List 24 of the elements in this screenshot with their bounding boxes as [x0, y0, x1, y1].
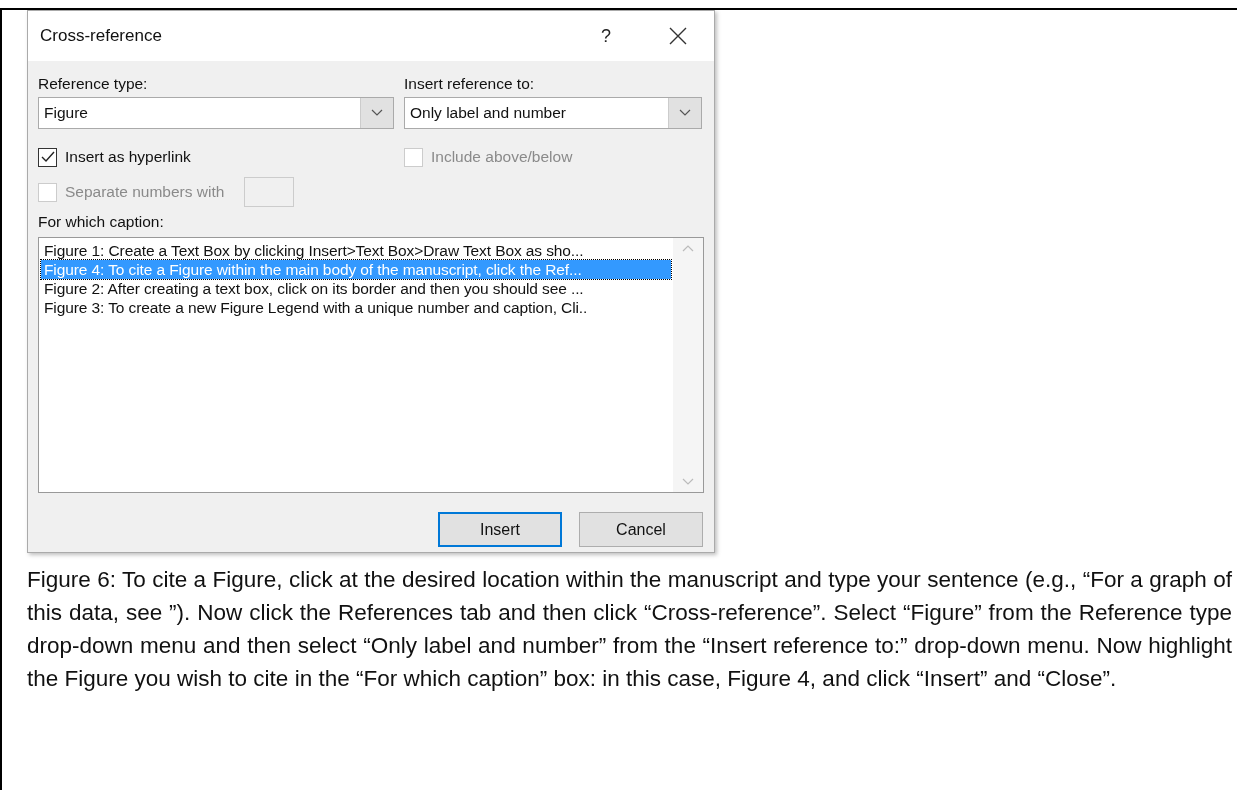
chevron-down-icon: [682, 478, 694, 486]
dropdown[interactable]: Only label and number: [404, 97, 702, 129]
list-item[interactable]: Figure 1: Create a Text Box by clicking Insert>Text Box>Draw Text Box as sho...: [41, 241, 671, 260]
scrollbar[interactable]: [673, 238, 703, 492]
dropdown[interactable]: Figure: [38, 97, 394, 129]
help-button[interactable]: ?: [594, 25, 618, 47]
field-label: Reference type:: [38, 75, 148, 93]
checkbox[interactable]: [38, 147, 57, 167]
list-item[interactable]: Figure 3: To create a new Figure Legend with a unique number and caption, Cli..: [41, 298, 671, 317]
list-item[interactable]: Figure 2: After creating a text box, click on its border and then you should see ...: [41, 279, 671, 298]
checkbox-label: Separate numbers with: [65, 183, 225, 201]
chevron-down-icon: [371, 109, 383, 117]
dialog-button[interactable]: Insert: [438, 512, 562, 547]
window-title: Cross-reference: [40, 26, 163, 46]
input-field[interactable]: [244, 177, 295, 207]
figure-caption: Figure 6: To cite a Figure, click at the desired location within the manuscript and type your sentence (e.g., “For a graph of this data, see ”). Now click the References tab and then click “Cross-reference”. Select “Figure” from the Reference type drop-down menu and then select “Only label and number” from the “Insert reference to:” drop-down menu. Now highlight the Figure you wish to cite in the “For which caption” box: in this case, Figure 4, and click “Insert” and “Close”.: [27, 566, 1232, 693]
checkbox-label: Insert as hyperlink: [65, 148, 191, 166]
chevron-down-icon: [679, 109, 691, 117]
checkbox-label: Include above/below: [431, 148, 573, 166]
close-icon[interactable]: [668, 26, 688, 46]
field-label: For which caption:: [38, 213, 164, 231]
field-label: Insert reference to:: [404, 75, 535, 93]
chevron-up-icon: [682, 244, 694, 252]
dialog-button[interactable]: Cancel: [579, 512, 703, 547]
